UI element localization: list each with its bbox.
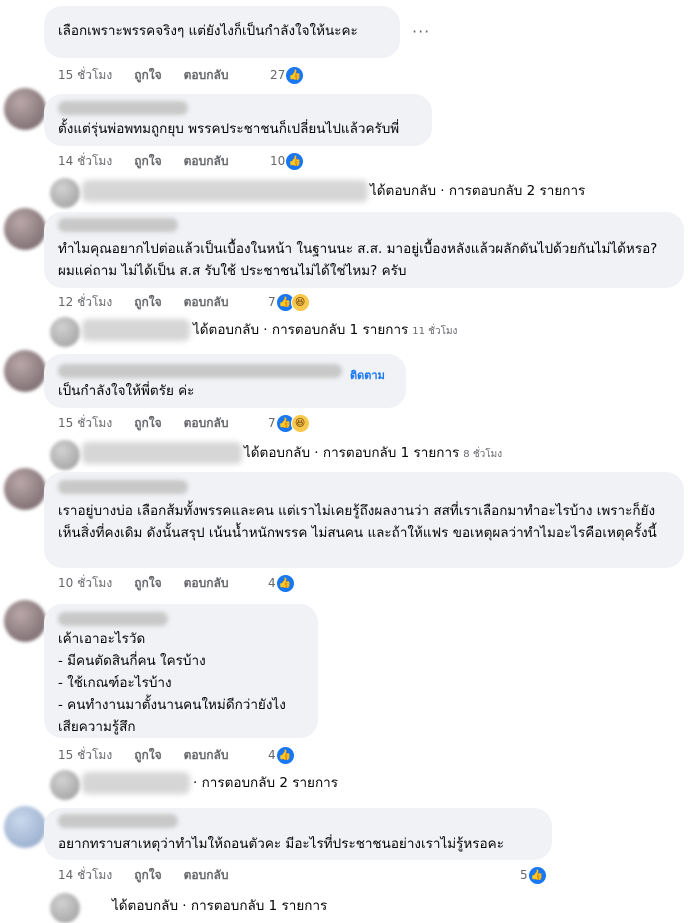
avatar[interactable] xyxy=(4,806,46,848)
like-button[interactable]: ถูกใจ xyxy=(134,576,161,590)
comment-text: เป็นกำลังใจให้พี่ตรัย ค่ะ xyxy=(58,383,195,399)
view-replies-link[interactable]: · การตอบกลับ 2 รายการ xyxy=(193,772,338,794)
reaction-number: 7 xyxy=(268,295,276,309)
comment-time[interactable]: 15 ชั่วโมง xyxy=(58,68,112,82)
reaction-number: 10 xyxy=(270,154,286,168)
reaction-count[interactable]: 7 👍 😆 xyxy=(268,293,310,312)
reaction-count[interactable]: 7 👍 😆 xyxy=(268,414,310,433)
avatar[interactable] xyxy=(4,88,46,130)
haha-reaction-icon: 😆 xyxy=(290,293,310,312)
comment-time[interactable]: 10 ชั่วโมง xyxy=(58,576,112,590)
like-button[interactable]: ถูกใจ xyxy=(134,748,161,762)
comment-actions: 15 ชั่วโมง ถูกใจ ตอบกลับ xyxy=(58,414,250,432)
reply-avatar xyxy=(50,770,80,800)
author-name[interactable] xyxy=(58,101,188,115)
like-button[interactable]: ถูกใจ xyxy=(134,295,161,309)
reply-button[interactable]: ตอบกลับ xyxy=(184,68,229,82)
reply-avatar xyxy=(50,440,80,470)
comment-actions: 14 ชั่วโมง ถูกใจ ตอบกลับ xyxy=(58,866,250,884)
reply-button[interactable]: ตอบกลับ xyxy=(184,416,229,430)
reaction-count[interactable]: 5 👍 xyxy=(520,866,547,885)
reaction-count[interactable]: 4 👍 xyxy=(268,574,295,593)
comment-time[interactable]: 15 ชั่วโมง xyxy=(58,748,112,762)
comment-time[interactable]: 14 ชั่วโมง xyxy=(58,154,112,168)
like-reaction-icon: 👍 xyxy=(275,746,295,765)
view-replies-link[interactable]: ได้ตอบกลับ · การตอบกลับ 1 รายการ xyxy=(112,895,327,917)
reaction-number: 5 xyxy=(520,868,528,882)
reply-avatar xyxy=(50,178,80,208)
avatar[interactable] xyxy=(4,208,46,250)
like-reaction-icon: 👍 xyxy=(285,66,305,85)
comment-text: เราอยู่บางบ่อ เลือกส้มทั้งพรรคและคน แต่เ… xyxy=(58,503,657,541)
author-name[interactable] xyxy=(58,480,188,494)
reaction-count[interactable]: 27 👍 xyxy=(270,66,305,85)
author-name[interactable] xyxy=(58,612,168,626)
avatar[interactable] xyxy=(4,468,46,510)
comment-actions: 12 ชั่วโมง ถูกใจ ตอบกลับ xyxy=(58,293,250,311)
haha-reaction-icon: 😆 xyxy=(290,414,310,433)
comment-actions: 15 ชั่วโมง ถูกใจ ตอบกลับ xyxy=(58,746,250,764)
comment-time[interactable]: 12 ชั่วโมง xyxy=(58,295,112,309)
reply-author-blur xyxy=(82,180,368,202)
like-button[interactable]: ถูกใจ xyxy=(134,154,161,168)
view-replies-link[interactable]: ได้ตอบกลับ · การตอบกลับ 1 รายการ 11 ชั่วโ… xyxy=(193,319,457,341)
reaction-number: 4 xyxy=(268,748,276,762)
comment-text: ทำไมคุณอยากไปต่อแล้วเป็นเบื้องในหน้า ในฐ… xyxy=(58,241,658,279)
reply-avatar xyxy=(50,893,80,923)
comment-text: เลือกเพราะพรรคจริงๆ แต่ยังไงก็เป็นกำลังใ… xyxy=(58,23,358,39)
comment-time[interactable]: 15 ชั่วโมง xyxy=(58,416,112,430)
replies-label: ได้ตอบกลับ · การตอบกลับ 1 รายการ xyxy=(193,322,409,338)
like-reaction-icon: 👍 xyxy=(275,574,295,593)
avatar[interactable] xyxy=(4,600,46,642)
reaction-number: 4 xyxy=(268,576,276,590)
view-replies-link[interactable]: ได้ตอบกลับ · การตอบกลับ 1 รายการ 8 ชั่วโม… xyxy=(244,442,502,464)
comment-text: เค้าเอาอะไรวัด - มีคนตัดสินกี่คน ใครบ้าง… xyxy=(58,631,286,735)
reply-button[interactable]: ตอบกลับ xyxy=(184,295,229,309)
author-name[interactable] xyxy=(58,364,342,378)
reaction-count[interactable]: 4 👍 xyxy=(268,746,295,765)
comment-actions: 10 ชั่วโมง ถูกใจ ตอบกลับ xyxy=(58,574,250,592)
replies-time: 8 ชั่วโมง xyxy=(463,449,503,460)
like-button[interactable]: ถูกใจ xyxy=(134,68,161,82)
reply-author-blur xyxy=(82,319,190,341)
like-button[interactable]: ถูกใจ xyxy=(134,416,161,430)
comment-text: ตั้งแต่รุ่นพ่อพทมถูกยุบ พรรคประชาชนก็เปล… xyxy=(58,121,400,137)
comment-text: อยากทราบสาเหตุว่าทำไมให้ถอนตัวคะ มีอะไรท… xyxy=(58,836,504,852)
comment-time[interactable]: 14 ชั่วโมง xyxy=(58,868,112,882)
replies-label: ได้ตอบกลับ · การตอบกลับ 1 รายการ xyxy=(244,445,460,461)
replies-time: 11 ชั่วโมง xyxy=(412,326,458,337)
reply-button[interactable]: ตอบกลับ xyxy=(184,868,229,882)
reaction-count[interactable]: 10 👍 xyxy=(270,152,305,171)
more-options-icon[interactable]: ··· xyxy=(412,22,430,41)
like-reaction-icon: 👍 xyxy=(285,152,305,171)
reply-button[interactable]: ตอบกลับ xyxy=(184,748,229,762)
like-reaction-icon: 👍 xyxy=(527,866,547,885)
reply-button[interactable]: ตอบกลับ xyxy=(184,576,229,590)
reply-author-blur xyxy=(82,772,190,794)
author-name[interactable] xyxy=(58,814,178,828)
reply-avatar xyxy=(50,317,80,347)
reply-author-blur xyxy=(82,442,242,464)
avatar[interactable] xyxy=(4,350,46,392)
like-button[interactable]: ถูกใจ xyxy=(134,868,161,882)
view-replies-link[interactable]: ได้ตอบกลับ · การตอบกลับ 2 รายการ xyxy=(370,180,585,202)
reply-button[interactable]: ตอบกลับ xyxy=(184,154,229,168)
reaction-number: 7 xyxy=(268,416,276,430)
author-name[interactable] xyxy=(58,218,178,232)
reaction-number: 27 xyxy=(270,68,286,82)
comment-actions: 14 ชั่วโมง ถูกใจ ตอบกลับ xyxy=(58,152,250,170)
comment-actions: 15 ชั่วโมง ถูกใจ ตอบกลับ xyxy=(58,66,250,84)
